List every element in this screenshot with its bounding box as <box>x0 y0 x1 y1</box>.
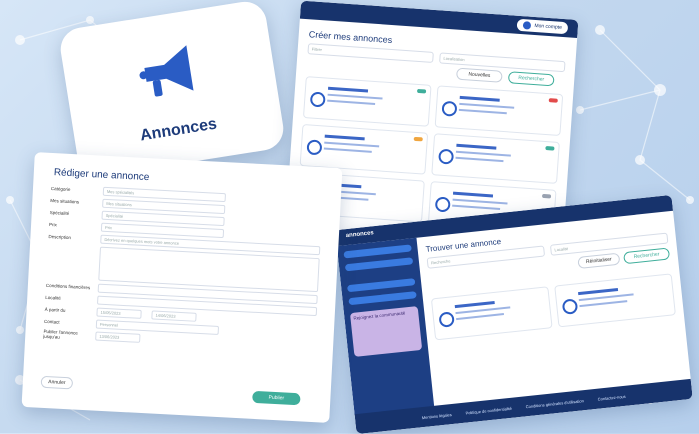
sidebar-item[interactable] <box>348 291 417 306</box>
stethoscope-icon <box>309 91 326 108</box>
stethoscope-icon <box>438 311 455 328</box>
reset-button[interactable]: Réinitialiser <box>577 252 621 269</box>
stethoscope-icon <box>561 298 579 315</box>
field-label: Prix <box>48 221 57 228</box>
location-label: Localité <box>45 294 61 301</box>
user-icon <box>523 21 532 30</box>
footer-link[interactable]: Contactez-nous <box>597 393 625 401</box>
deadline-label: Publier l'annonce jusqu'au <box>43 328 79 340</box>
stethoscope-icon <box>441 100 458 117</box>
sidebar-item[interactable] <box>343 244 412 259</box>
badge-title: Annonces <box>138 115 219 145</box>
footer-link[interactable]: Mentions légales <box>422 412 452 420</box>
date-to-input[interactable]: 14/06/2023 <box>151 310 197 322</box>
sidebar-item[interactable] <box>347 278 416 293</box>
conditions-label: Conditions financières <box>45 282 91 291</box>
promo-box: Rejoignez la communauté <box>349 306 423 357</box>
stethoscope-icon <box>434 196 451 213</box>
find-listing-screen: annonces Rejoignez la communauté Trouver… <box>335 194 693 434</box>
news-button[interactable]: Nouvelles <box>455 67 503 83</box>
deadline-input[interactable]: 13/06/2023 <box>95 331 141 343</box>
date-from-input[interactable]: 15/05/2023 <box>96 307 142 319</box>
megaphone-icon <box>139 45 194 97</box>
brand-logo: annonces <box>345 230 375 240</box>
search-button[interactable]: Rechercher <box>623 247 671 265</box>
field-label: Description <box>48 233 72 241</box>
publish-button[interactable]: Publier <box>252 390 301 406</box>
account-label: Mon compte <box>534 22 563 31</box>
stethoscope-icon <box>438 148 455 165</box>
cancel-button[interactable]: Annuler <box>40 375 74 390</box>
contact-label: Contact <box>43 318 60 325</box>
field-label: Catégorie <box>50 186 71 193</box>
stethoscope-icon <box>306 139 323 156</box>
sidebar: Rejoignez la communauté <box>336 237 435 416</box>
footer-link[interactable]: Politique de confidentialité <box>465 405 512 415</box>
listing-card[interactable] <box>430 286 553 341</box>
account-button[interactable]: Mon compte <box>517 18 569 35</box>
listing-card[interactable] <box>434 85 564 137</box>
sidebar-item[interactable] <box>344 257 414 272</box>
listing-card[interactable] <box>302 76 432 127</box>
listing-card[interactable] <box>431 133 560 184</box>
period-label: À partir du <box>44 306 66 313</box>
write-listing-screen: Rédiger une annonce Catégorie Mes spécial… <box>21 152 343 423</box>
listing-card[interactable] <box>554 273 676 328</box>
field-label: Spécialité <box>49 209 70 216</box>
search-button[interactable]: Rechercher <box>507 71 555 87</box>
promo-title: Rejoignez la communauté <box>353 310 406 321</box>
field-label: Mes situations <box>50 197 80 205</box>
footer-link[interactable]: Conditions générales d'utilisation <box>525 398 584 409</box>
